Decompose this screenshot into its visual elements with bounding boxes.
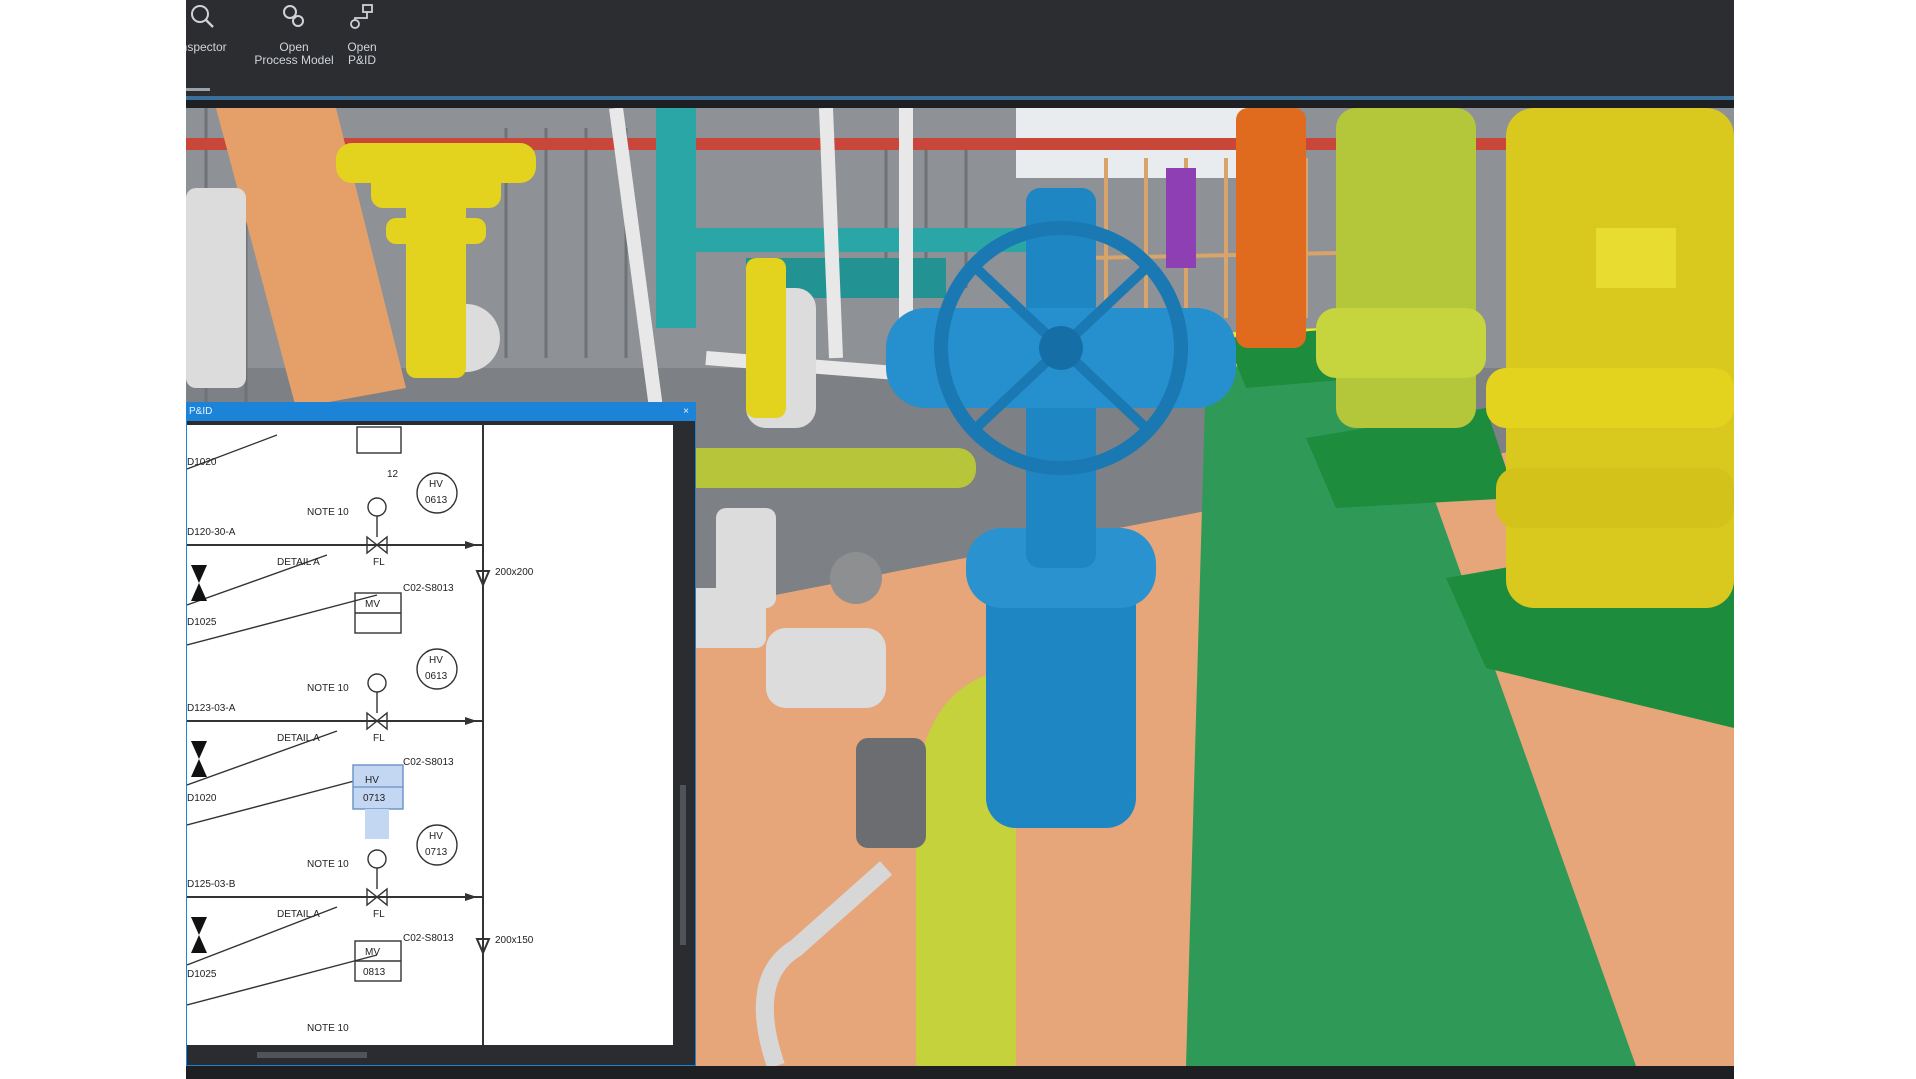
pid-diagram: D1020 D120-30-A DETAIL A NOTE 10 FL HV 0… (187, 425, 534, 1045)
vertical-scrollbar[interactable] (677, 425, 689, 1045)
open-process-model-button[interactable]: Open Process Model (246, 0, 342, 76)
pid-panel[interactable]: P&ID × D1020 D120-30-A DETAIL A NOTE 10 … (186, 402, 696, 1066)
diagram-icon (350, 4, 373, 29)
open-process-model-label: Open Process Model (254, 40, 334, 67)
pid-ref-label-2: D1025 (187, 617, 217, 628)
ribbon-group-indicator (186, 88, 210, 91)
pid-mv-label-1: MV (365, 599, 380, 610)
pid-size-label-1: 200x200 (495, 567, 534, 578)
status-strip (186, 1066, 1734, 1079)
pid-tag-label-1: 0613 (425, 495, 448, 506)
pid-mv-label-3: MV (365, 947, 380, 958)
pid-tag-label-4: 0813 (363, 967, 386, 978)
pid-c-label-1: C02-S8013 (403, 583, 454, 594)
pid-note-label-2: NOTE 10 (307, 683, 349, 694)
inspector-label: Inspector (186, 40, 227, 54)
pid-fl-label-3: FL (373, 909, 385, 920)
pid-detail-label-3: DETAIL A (277, 909, 320, 920)
pid-detail-label-1: DETAIL A (277, 557, 320, 568)
pid-note-label-4: NOTE 10 (307, 1023, 349, 1034)
pid-note-label-3: NOTE 10 (307, 859, 349, 870)
pid-highlight-hv-label: HV (365, 775, 379, 786)
pid-hv-label-1: HV (429, 479, 443, 490)
inspector-button[interactable]: Inspector (186, 0, 242, 76)
pid-panel-title: P&ID (189, 406, 213, 417)
link-icon (283, 5, 304, 27)
pid-line-label-2: D123-03-A (187, 703, 236, 714)
pid-detail-label-2: DETAIL A (277, 733, 320, 744)
pid-size-label-2: 200x150 (495, 935, 534, 946)
pid-line-label-3: D125-03-B (187, 879, 236, 890)
horizontal-scrollbar[interactable] (187, 1049, 673, 1061)
pid-note-label-1: NOTE 10 (307, 507, 349, 518)
pid-fl-label-1: FL (373, 557, 385, 568)
pid-tag-label-3: 0713 (425, 847, 448, 858)
pid-highlight-tag-label: 0713 (363, 793, 386, 804)
pid-hv-label-3: HV (429, 831, 443, 842)
pid-tag-label-2: 0613 (425, 671, 448, 682)
pid-t12-label: 12 (387, 469, 399, 480)
pid-c-label-3: C02-S8013 (403, 933, 454, 944)
open-pid-button[interactable]: Open P&ID (331, 0, 393, 76)
pid-hv-label-2: HV (429, 655, 443, 666)
pid-ref-label-3: D1020 (187, 793, 217, 804)
pid-ref-label-4: D1025 (187, 969, 217, 980)
open-pid-label: Open P&ID (347, 40, 377, 67)
pid-ref-label-1: D1020 (187, 457, 217, 468)
scroll-thumb[interactable] (680, 785, 686, 945)
close-icon[interactable]: × (683, 403, 689, 421)
pid-drawing[interactable]: D1020 D120-30-A DETAIL A NOTE 10 FL HV 0… (187, 425, 673, 1045)
pid-fl-label-2: FL (373, 733, 385, 744)
scroll-thumb[interactable] (257, 1052, 367, 1058)
pid-panel-titlebar[interactable]: P&ID × (187, 403, 695, 421)
pid-c-label-2: C02-S8013 (403, 757, 454, 768)
pid-line-label-1: D120-30-A (187, 527, 236, 538)
search-icon (191, 5, 214, 28)
app-window: Inspector Open Process Model Open P&ID (186, 0, 1734, 1079)
ribbon-toolbar: Inspector Open Process Model Open P&ID (186, 0, 1734, 100)
